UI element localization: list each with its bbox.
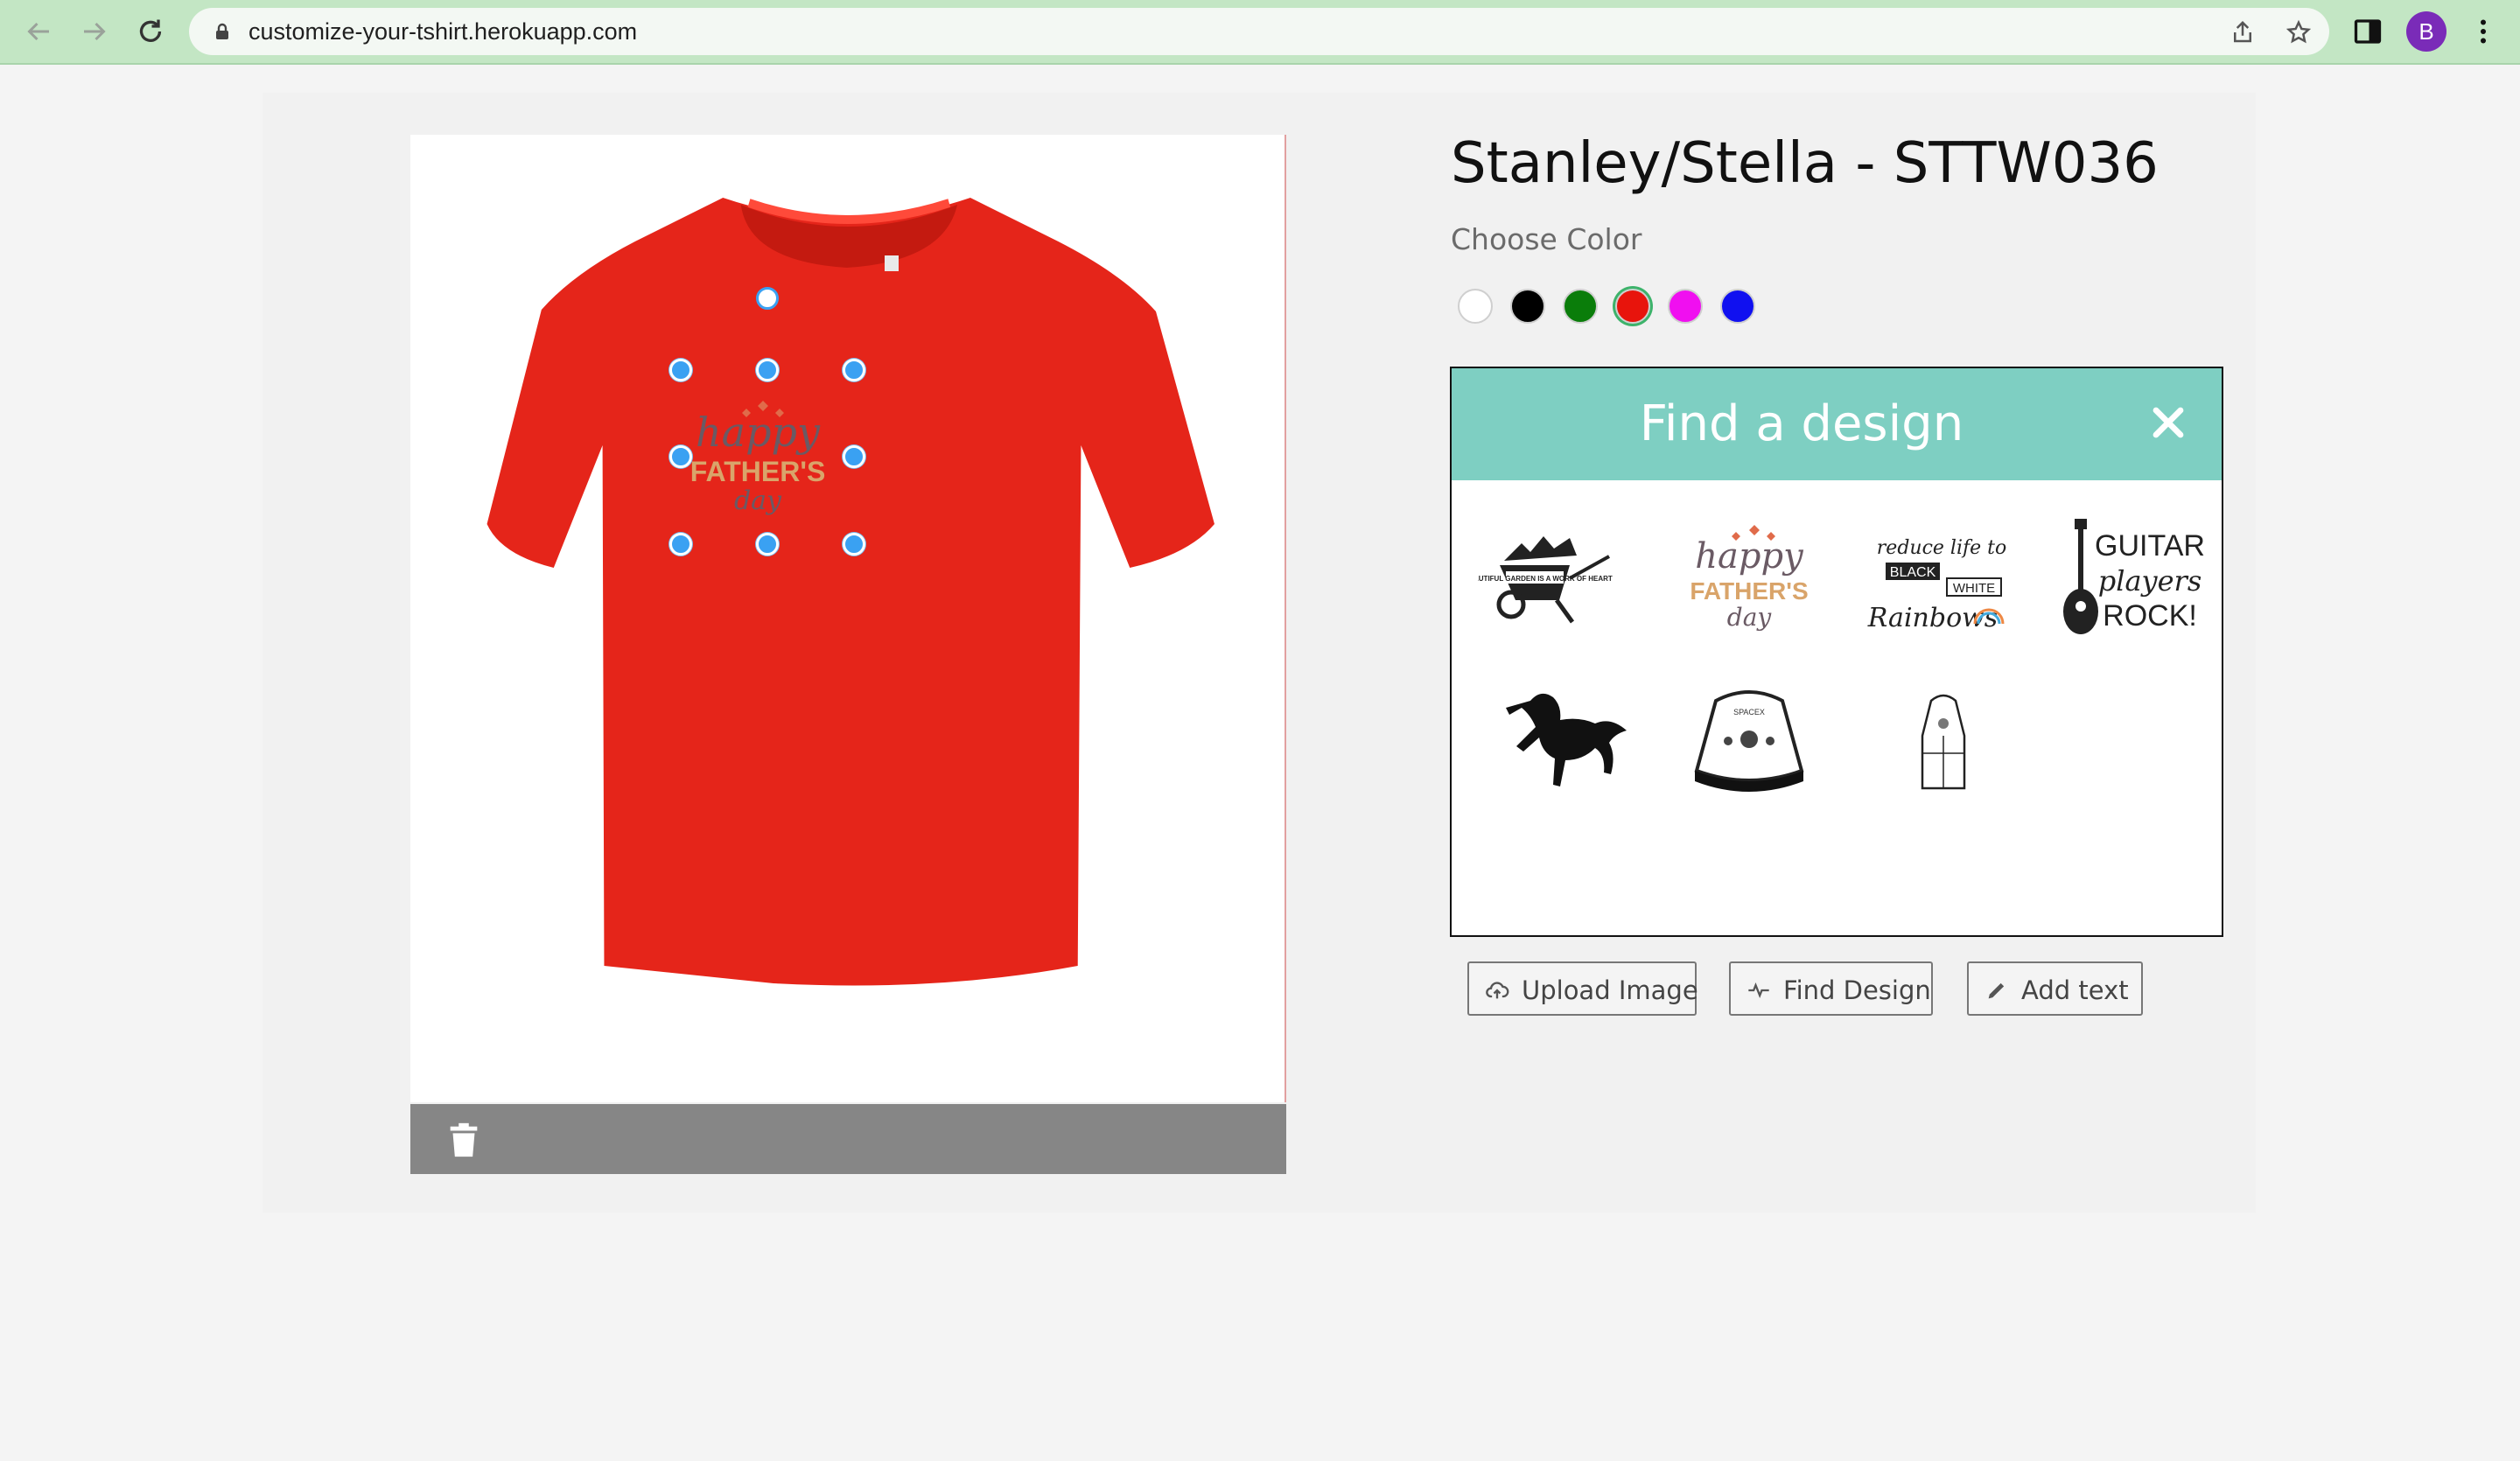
color-swatch-green[interactable] [1563, 289, 1598, 324]
color-swatch-blue[interactable] [1720, 289, 1755, 324]
tshirt-image [486, 198, 1214, 986]
resize-handle-top[interactable] [756, 359, 779, 381]
resize-handle-bottom[interactable] [756, 533, 779, 556]
design-line: GUITAR [2095, 529, 2205, 563]
design-line-fathers: FATHER'S [690, 456, 826, 487]
profile-avatar[interactable]: B [2406, 11, 2446, 52]
find-design-button[interactable]: Find Design [1729, 961, 1933, 1016]
color-swatch-red[interactable] [1615, 289, 1650, 324]
design-line: ROCK! [2103, 599, 2197, 633]
resize-handle-top-right[interactable] [843, 359, 865, 381]
resize-handle-right[interactable] [843, 445, 865, 468]
canvas-toolbar [410, 1104, 1286, 1174]
color-swatch-white[interactable] [1458, 289, 1493, 324]
design-line: WHITE [1953, 581, 1995, 596]
upload-image-button[interactable]: Upload Image [1467, 961, 1698, 1016]
design-black-white-rainbows[interactable]: reduce life to BLACK WHITE Rainbows [1863, 500, 2020, 657]
cloud-upload-icon [1486, 982, 1509, 999]
panel-header: Find a design [1452, 368, 2222, 480]
design-wheelbarrow-garden[interactable]: A BEAUTIFUL GARDEN IS A WORK OF HEART [1457, 500, 1635, 657]
close-icon[interactable] [2147, 402, 2189, 444]
resize-handle-top-left[interactable] [669, 359, 692, 381]
resize-handle-left[interactable] [669, 445, 692, 468]
product-title: Stanley/Stella - STTW036 [1451, 131, 2159, 196]
address-bar[interactable]: customize-your-tshirt.herokuapp.com [189, 8, 2329, 55]
resize-handle-bottom-left[interactable] [669, 533, 692, 556]
tshirt-canvas[interactable]: happy FATHER'S day [410, 135, 1286, 1102]
upload-image-label: Upload Image [1522, 975, 1698, 1005]
design-line: reduce life to [1877, 537, 2006, 559]
find-design-panel: Find a design A BEAUTIFUL GARDEN IS A WO… [1450, 367, 2223, 937]
choose-color-label: Choose Color [1451, 222, 1642, 256]
lock-icon [212, 21, 233, 42]
design-rocket-capsule[interactable] [1863, 666, 2020, 823]
design-happy-fathers-day[interactable]: happy FATHER'S day [1670, 500, 1828, 657]
design-line-fathers: FATHER'S [1690, 577, 1808, 605]
design-line: players [2098, 564, 2202, 598]
add-text-label: Add text [2021, 975, 2129, 1005]
more-menu-icon[interactable] [2468, 16, 2499, 47]
design-line-day: day [1727, 603, 1773, 632]
bookmark-star-icon[interactable] [2286, 19, 2312, 45]
share-icon[interactable] [2230, 19, 2256, 45]
url-text: customize-your-tshirt.herokuapp.com [248, 18, 638, 45]
design-line: Rainbows [1867, 603, 1998, 633]
back-arrow-icon[interactable] [23, 16, 54, 47]
panel-title: Find a design [1639, 395, 1964, 452]
find-design-label: Find Design [1783, 975, 1931, 1005]
color-swatch-black[interactable] [1510, 289, 1545, 324]
design-space-capsule[interactable]: SPACEX [1670, 666, 1828, 823]
browser-toolbar: customize-your-tshirt.herokuapp.com B [0, 0, 2520, 65]
design-black-horse[interactable] [1478, 666, 1635, 823]
pencil-icon [1988, 982, 2005, 999]
forward-arrow-icon[interactable] [79, 16, 110, 47]
design-caption: SPACEX [1733, 708, 1765, 717]
design-line-happy: happy [1695, 536, 1804, 577]
design-line-day: day [734, 486, 782, 516]
design-line: BLACK [1890, 565, 1936, 580]
trash-icon[interactable] [444, 1120, 484, 1160]
design-guitar-players-rock[interactable]: GUITAR players ROCK! [2055, 500, 2213, 657]
design-caption: A BEAUTIFUL GARDEN IS A WORK OF HEART [1478, 575, 1613, 583]
side-panel-icon[interactable] [2352, 16, 2384, 47]
color-swatch-magenta[interactable] [1668, 289, 1703, 324]
pulse-icon [1748, 982, 1769, 998]
resize-handle-bottom-right[interactable] [843, 533, 865, 556]
design-line-happy: happy [696, 409, 821, 456]
reload-icon[interactable] [135, 16, 166, 47]
add-text-button[interactable]: Add text [1967, 961, 2143, 1016]
rotate-handle[interactable] [756, 287, 779, 310]
placed-design-happy-fathers-day[interactable]: happy FATHER'S day [670, 360, 845, 535]
